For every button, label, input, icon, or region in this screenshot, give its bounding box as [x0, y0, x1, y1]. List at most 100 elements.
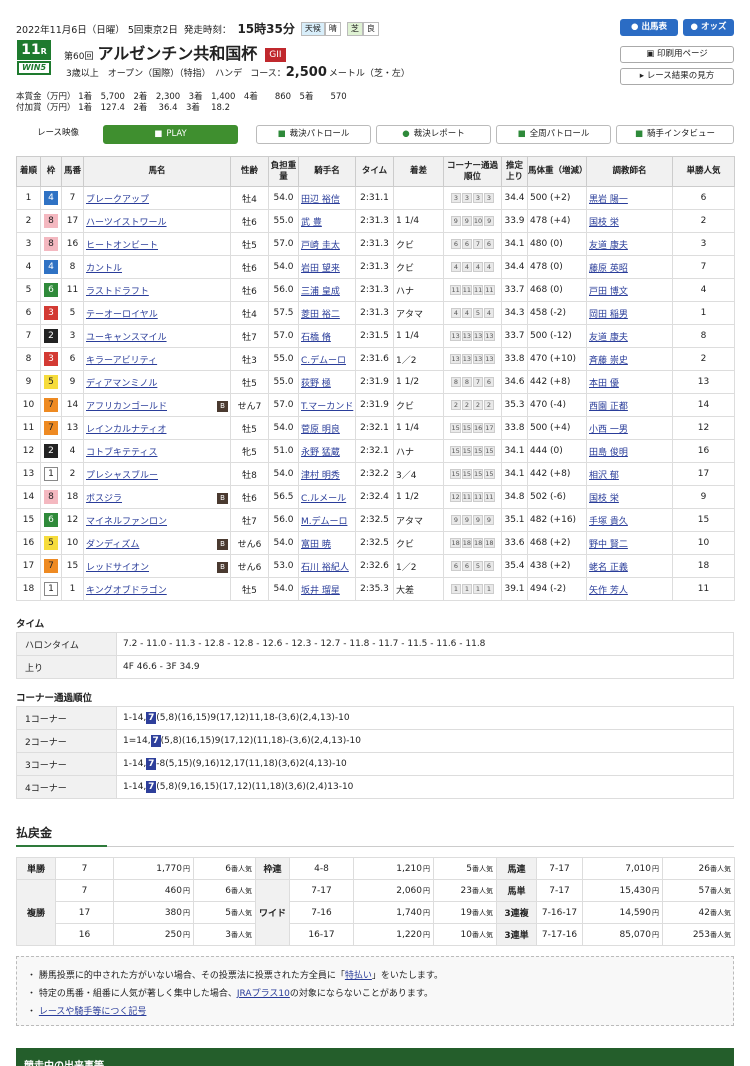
horse-name-link[interactable]: カントル	[86, 264, 122, 274]
horse-name-link[interactable]: テーオーロイヤル	[86, 310, 158, 320]
trainer-link[interactable]: 岡田 稲男	[589, 310, 628, 320]
jockey-link[interactable]: M.デムーロ	[301, 517, 347, 527]
carried-weight: 54.0	[268, 577, 299, 601]
horse-name-link[interactable]: ディアマンミノル	[86, 379, 157, 389]
horse-name-link[interactable]: レッドサイオン	[86, 563, 149, 573]
trainer-link[interactable]: 野中 賢二	[589, 540, 628, 550]
odds-button[interactable]: ● オッズ	[683, 19, 734, 36]
trainer-link[interactable]: 小西 一男	[589, 425, 628, 435]
horse-name-link[interactable]: マイネルファンロン	[86, 517, 167, 527]
trainer-link[interactable]: 戸田 博文	[589, 287, 628, 297]
report-button[interactable]: ● 裁決レポート	[376, 125, 491, 144]
wide-num: 7-16	[289, 901, 354, 924]
trainer-link[interactable]: 友道 康夫	[589, 241, 628, 251]
jra-plus10-link[interactable]: JRAプラス10	[237, 989, 290, 999]
jockey-link[interactable]: 永野 猛蔵	[301, 448, 340, 458]
trainer-link[interactable]: 本田 優	[589, 379, 619, 389]
finish-position: 6	[16, 301, 41, 325]
amount-value: 2,060	[396, 885, 422, 896]
howto-button[interactable]: ▸ レース結果の見方	[620, 68, 734, 85]
jockey-link[interactable]: 富田 暁	[301, 540, 331, 550]
jockey-link[interactable]: 戸崎 圭太	[301, 241, 340, 251]
jockey-link[interactable]: 岩田 望来	[301, 264, 340, 274]
trainer-link[interactable]: 国枝 栄	[589, 218, 619, 228]
halon-row: ハロンタイム 7.2 - 11.0 - 11.3 - 12.8 - 12.8 - …	[16, 632, 734, 656]
blinker-icon: B	[217, 561, 228, 573]
jockey-link[interactable]: 荻野 極	[301, 379, 331, 389]
interview-button[interactable]: ■ 騎手インタビュー	[616, 125, 734, 144]
jockey-link[interactable]: 菅原 明良	[301, 425, 340, 435]
last-3f: 34.4	[501, 186, 528, 210]
jockey-link[interactable]: 石川 裕紀人	[301, 563, 349, 573]
horse-name-link[interactable]: アフリカンゴールド	[86, 402, 167, 412]
trainer-link[interactable]: 蛯名 正義	[589, 563, 628, 573]
jockey-link[interactable]: 菱田 裕二	[301, 310, 340, 320]
horse-name-link[interactable]: ヒートオンビート	[86, 241, 158, 251]
trainer-link[interactable]: 友道 康夫	[589, 333, 628, 343]
video-icon: ■	[634, 129, 643, 139]
horse-name-link[interactable]: ハーツイストワール	[86, 218, 167, 228]
tokubarai-link[interactable]: 特払い	[345, 971, 372, 981]
wide-label: ワイド	[255, 879, 290, 946]
jockey-cell: 坂井 瑠星	[298, 577, 356, 601]
fukusho-pop: 6番人気	[193, 879, 256, 902]
wakuren-pop: 5番人気	[433, 857, 497, 880]
horse-name-link[interactable]: ブレークアップ	[86, 195, 149, 205]
horse-name-link[interactable]: ラストドラフト	[86, 287, 149, 297]
horse-name-link[interactable]: ダンディズム	[86, 540, 139, 550]
last-3f: 34.1	[501, 232, 528, 256]
shutsuba-button[interactable]: ● 出馬表	[620, 19, 678, 36]
trainer-link[interactable]: 手塚 貴久	[589, 517, 628, 527]
play-button[interactable]: ■ PLAY	[103, 125, 238, 144]
horse-name-link[interactable]: ボスジラ	[86, 494, 122, 504]
horse-name-cell: ダンディズム B	[83, 531, 231, 555]
trainer-link[interactable]: 黒岩 陽一	[589, 195, 628, 205]
jockey-link[interactable]: 石橋 脩	[301, 333, 331, 343]
jockey-link[interactable]: C.ルメール	[301, 494, 346, 504]
trainer-link[interactable]: 西園 正都	[589, 402, 628, 412]
trainer-link[interactable]: 斉藤 崇史	[589, 356, 628, 366]
trainer-link[interactable]: 藤原 英昭	[589, 264, 628, 274]
jockey-link[interactable]: T.マーカンド	[301, 402, 353, 412]
start-time: 15時35分	[237, 22, 295, 36]
jockey-link[interactable]: C.デムーロ	[301, 356, 346, 366]
waku-badge: 4	[44, 260, 58, 274]
jockey-link[interactable]: 坂井 瑠星	[301, 586, 340, 596]
body-weight: 494 (-2)	[527, 577, 587, 601]
symbols-link[interactable]: レースや騎手等につく記号	[39, 1007, 147, 1017]
jockey-link[interactable]: 武 豊	[301, 218, 322, 228]
waku-badge: 1	[44, 582, 58, 596]
last-3f: 39.1	[501, 577, 528, 601]
table-row: 14 8 18 ボスジラ B 牡6 56.5 C.ルメール 2:32.4 1 1/2 12 11 11 1…	[16, 485, 735, 509]
corner-boxes: 15 15 15 15	[446, 469, 499, 479]
yen-unit: 円	[183, 908, 190, 917]
all-patrol-button[interactable]: ■ 全周パトロール	[496, 125, 611, 144]
trainer-link[interactable]: 相沢 郁	[589, 471, 619, 481]
horse-name-link[interactable]: キラーアビリティ	[86, 356, 157, 366]
finish-position: 1	[16, 186, 41, 210]
corner-position: 13	[461, 354, 472, 364]
jockey-link[interactable]: 田辺 裕信	[301, 195, 340, 205]
tansho-amount: 1,770円	[113, 857, 194, 880]
horse-name-cell: ボスジラ B	[83, 485, 231, 509]
horse-name-link[interactable]: プレシャスブルー	[86, 471, 158, 481]
horse-name-link[interactable]: レインカルナティオ	[86, 425, 166, 435]
patrol-button[interactable]: ■ 裁決パトロール	[256, 125, 371, 144]
print-button[interactable]: ▣ 印刷用ページ	[620, 46, 734, 63]
trainer-link[interactable]: 国枝 栄	[589, 494, 619, 504]
corner-position: 9	[461, 216, 472, 226]
last-3f: 33.8	[501, 347, 528, 371]
horse-name-link[interactable]: コトブキテティス	[86, 448, 157, 458]
trainer-link[interactable]: 田島 俊明	[589, 448, 628, 458]
trainer-link[interactable]: 矢作 芳人	[589, 586, 628, 596]
jockey-link[interactable]: 津村 明秀	[301, 471, 340, 481]
carried-weight: 54.0	[268, 255, 299, 279]
table-row: 13 1 2 プレシャスブルー 牡8 54.0 津村 明秀 2:32.2 3／4 15 15 15 15…	[16, 462, 735, 486]
last-3f: 33.9	[501, 209, 528, 233]
jockey-link[interactable]: 三浦 皇成	[301, 287, 340, 297]
horse-name-link[interactable]: ユーキャンスマイル	[86, 333, 167, 343]
horse-name-link[interactable]: キングオブドラゴン	[86, 586, 167, 596]
horse-name-cell: ディアマンミノル	[83, 370, 231, 394]
corner-position: 13	[484, 354, 495, 364]
pop-unit: 番人気	[472, 886, 493, 895]
